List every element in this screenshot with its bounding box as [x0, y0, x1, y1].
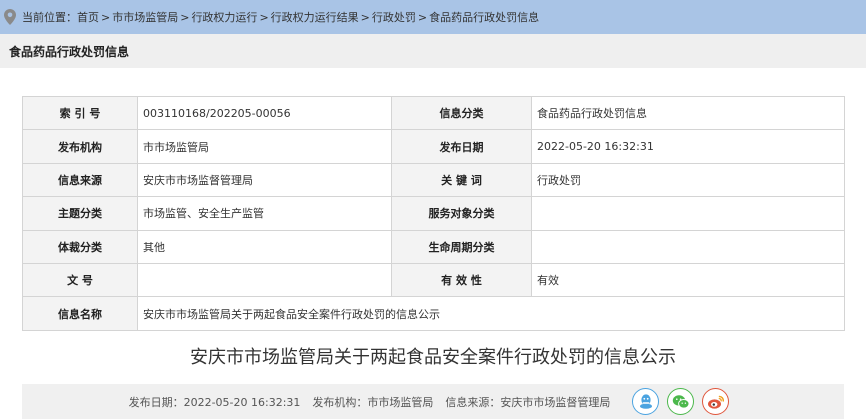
article-footer: 发布日期：2022-05-20 16:32:31 发布机构：市市场监管局 信息来…: [22, 384, 844, 419]
breadcrumb-lead: 当前位置：: [22, 11, 77, 24]
share-weibo-button[interactable]: [702, 388, 730, 415]
genre-label: 体裁分类: [22, 229, 138, 264]
table-row: 索 引 号 003110168/202205-00056 信息分类 食品药品行政…: [22, 95, 845, 131]
breadcrumb: 当前位置： 首页 > 市市场监管局 > 行政权力运行 > 行政权力运行结果 > …: [0, 0, 866, 34]
lifecycle-label: 生命周期分类: [391, 229, 532, 264]
table-row: 信息来源 安庆市市场监督管理局 关 键 词 行政处罚: [22, 162, 845, 198]
lifecycle-value: [531, 229, 845, 264]
index-label: 索 引 号: [22, 95, 138, 131]
table-row: 主题分类 市场监管、安全生产监管 服务对象分类: [22, 196, 845, 231]
category-label: 信息分类: [391, 95, 532, 131]
source-label: 信息来源: [22, 162, 138, 198]
info-name-label: 信息名称: [22, 296, 138, 331]
table-row: 文 号 有 效 性 有效: [22, 262, 845, 298]
service-target-label: 服务对象分类: [391, 196, 532, 231]
service-target-value: [531, 196, 845, 231]
table-row: 体裁分类 其他 生命周期分类: [22, 229, 845, 264]
genre-value: 其他: [137, 229, 392, 264]
category-value: 食品药品行政处罚信息: [531, 95, 845, 131]
doc-number-value: [137, 262, 392, 298]
keyword-label: 关 键 词: [391, 162, 532, 198]
share-qq-button[interactable]: [632, 388, 660, 415]
section-title: 食品药品行政处罚信息: [0, 34, 866, 68]
breadcrumb-item-power-result[interactable]: 行政权力运行结果: [271, 9, 359, 25]
qq-icon: [639, 394, 652, 409]
index-value: 003110168/202205-00056: [137, 95, 392, 131]
validity-value: 有效: [531, 262, 845, 298]
breadcrumb-item-home[interactable]: 首页: [77, 9, 99, 25]
topic-label: 主题分类: [22, 196, 138, 231]
breadcrumb-item-bureau[interactable]: 市市场监管局: [112, 9, 178, 25]
wechat-icon: [672, 394, 690, 409]
breadcrumb-item-power-operation[interactable]: 行政权力运行: [191, 9, 257, 25]
footer-source: 信息来源：安庆市市场监督管理局: [445, 395, 611, 409]
publish-date-label: 发布日期: [391, 129, 532, 164]
publisher-label: 发布机构: [22, 129, 138, 164]
article-title: 安庆市市场监管局关于两起食品安全案件行政处罚的信息公示: [190, 347, 676, 368]
keyword-value: 行政处罚: [531, 162, 845, 198]
weibo-icon: [707, 395, 724, 409]
info-metadata-table: 索 引 号 003110168/202205-00056 信息分类 食品药品行政…: [22, 95, 845, 331]
location-pin-icon: [4, 9, 16, 25]
footer-publish-date: 发布日期：2022-05-20 16:32:31: [128, 395, 301, 409]
share-wechat-button[interactable]: [667, 388, 695, 415]
table-row: 信息名称 安庆市市场监管局关于两起食品安全案件行政处罚的信息公示: [22, 296, 845, 331]
footer-publisher: 发布机构：市市场监管局: [312, 395, 434, 409]
source-value: 安庆市市场监督管理局: [137, 162, 392, 198]
breadcrumb-item-penalty[interactable]: 行政处罚: [372, 9, 416, 25]
validity-label: 有 效 性: [391, 262, 532, 298]
table-row: 发布机构 市市场监管局 发布日期 2022-05-20 16:32:31: [22, 129, 845, 164]
topic-value: 市场监管、安全生产监管: [137, 196, 392, 231]
publisher-value: 市市场监管局: [137, 129, 392, 164]
doc-number-label: 文 号: [22, 262, 138, 298]
share-buttons: [632, 388, 737, 415]
publish-date-value: 2022-05-20 16:32:31: [531, 129, 845, 164]
breadcrumb-item-food-drug[interactable]: 食品药品行政处罚信息: [429, 9, 539, 25]
info-name-value: 安庆市市场监管局关于两起食品安全案件行政处罚的信息公示: [137, 296, 845, 331]
